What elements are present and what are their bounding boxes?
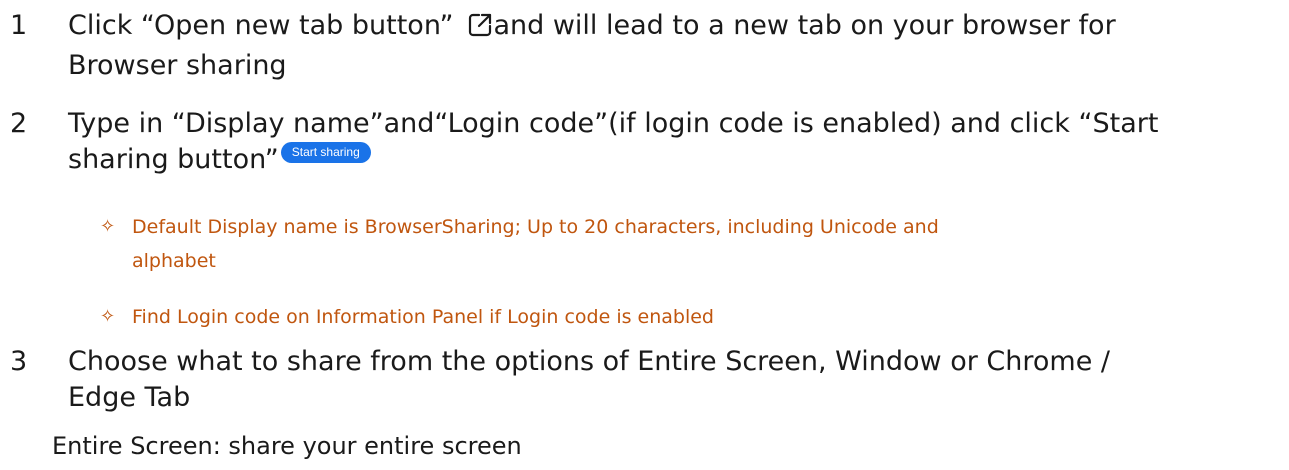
- step-line-text: sharing button”: [68, 144, 279, 175]
- step-line-text: Click “Open new tab button”: [68, 10, 454, 41]
- open-new-tab-icon: [467, 12, 493, 48]
- bullet-line: Find Login code on Information Panel if …: [132, 306, 714, 328]
- entire-screen-note: Entire Screen: share your entire screen: [52, 432, 522, 460]
- bullet-text: Default Display name is BrowserSharing; …: [132, 210, 1259, 278]
- step-line: Choose what to share from the options of…: [68, 346, 1111, 377]
- step-number: 1: [10, 10, 28, 41]
- step-line-text: and will lead to a new tab on your brows…: [493, 10, 1116, 41]
- step-line: Type in “Display name”and“Login code”(if…: [68, 108, 1159, 139]
- step-line: Edge Tab: [68, 382, 191, 413]
- bullet-text: Find Login code on Information Panel if …: [132, 300, 1259, 334]
- step-text: Click “Open new tab button” and will lead…: [68, 8, 1269, 84]
- step-text: Type in “Display name”and“Login code”(if…: [68, 106, 1269, 178]
- step-number: 2: [10, 108, 28, 139]
- bullet-line: alphabet: [132, 250, 216, 272]
- four-point-star-outline-icon: ✧: [100, 306, 116, 327]
- four-point-star-outline-icon: ✧: [100, 216, 116, 237]
- bullet-line: Default Display name is BrowserSharing; …: [132, 216, 939, 238]
- step-line: Browser sharing: [68, 50, 287, 81]
- step-number: 3: [10, 346, 28, 377]
- start-sharing-button[interactable]: Start sharing: [280, 142, 371, 163]
- step-line: sharing button” Start sharing: [68, 142, 1269, 178]
- step-text: Choose what to share from the options of…: [68, 344, 1269, 416]
- step-line: Click “Open new tab button” and will lead…: [68, 8, 1269, 48]
